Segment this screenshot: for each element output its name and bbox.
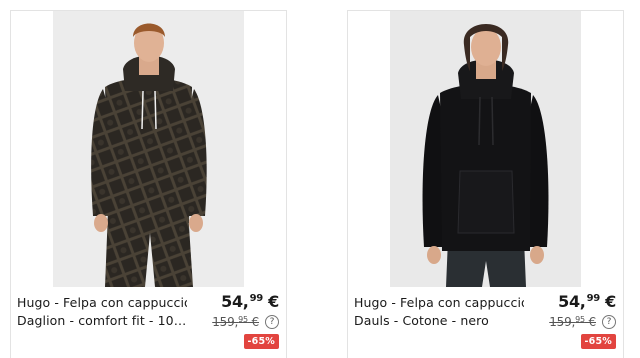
old-price: 159,95 € (549, 315, 596, 329)
product-name: Hugo - Felpa con cappuccio (354, 295, 524, 310)
product-subtitle: Dauls - Cotone - nero (354, 313, 489, 328)
discount-badge: -65% (580, 334, 616, 349)
old-price-row: 159,95 € ? (212, 315, 279, 329)
product-card[interactable]: Hugo - Felpa con cappuccio Dauls - Coton… (347, 10, 624, 358)
product-card[interactable]: Hugo - Felpa con cappuccio Daglion - com… (10, 10, 287, 358)
product-title[interactable]: Hugo - Felpa con cappuccio Dauls - Coton… (354, 294, 524, 330)
price-info-icon[interactable]: ? (265, 315, 279, 329)
old-price: 159,95 € (212, 315, 259, 329)
product-name: Hugo - Felpa con cappuccio (17, 295, 187, 310)
current-price: 54,99 € (558, 292, 616, 311)
hoodie-patterned-image (53, 11, 244, 287)
hoodie-black-image (390, 11, 581, 287)
product-image[interactable] (53, 11, 244, 287)
product-grid: Hugo - Felpa con cappuccio Daglion - com… (0, 0, 640, 358)
product-image[interactable] (390, 11, 581, 287)
product-title[interactable]: Hugo - Felpa con cappuccio Daglion - com… (17, 294, 187, 330)
discount-badge: -65% (243, 334, 279, 349)
old-price-row: 159,95 € ? (549, 315, 616, 329)
current-price: 54,99 € (221, 292, 279, 311)
price-info-icon[interactable]: ? (602, 315, 616, 329)
product-subtitle: Daglion - comfort fit - 100%... (17, 313, 187, 328)
